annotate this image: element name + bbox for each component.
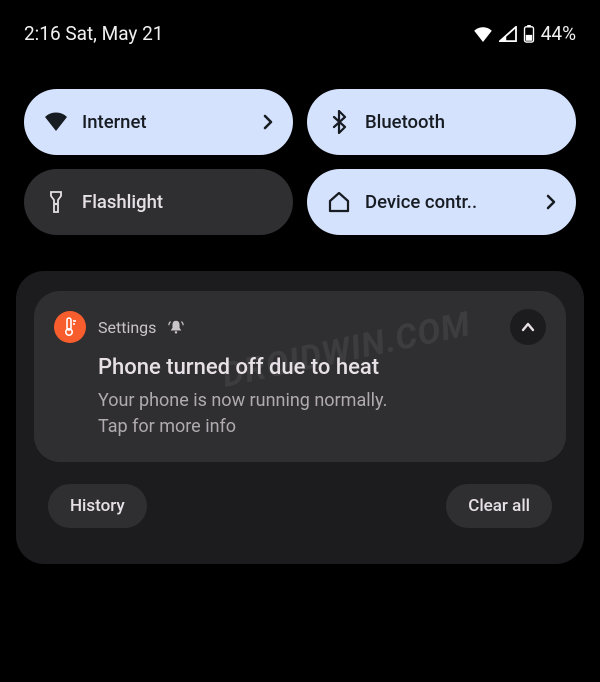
notification-card[interactable]: Settings Phone turned off due to heat Yo… [34, 291, 566, 462]
qs-label: Bluetooth [365, 111, 556, 133]
bell-ring-icon [168, 319, 184, 335]
thermometer-icon [54, 311, 86, 343]
qs-tile-flashlight[interactable]: Flashlight [24, 169, 293, 235]
status-bar: 2:16 Sat, May 21 44% [0, 0, 600, 61]
chevron-right-icon [546, 194, 556, 210]
notification-title: Phone turned off due to heat [98, 355, 546, 380]
home-icon [327, 190, 351, 214]
wifi-icon [473, 26, 493, 42]
collapse-button[interactable] [510, 309, 546, 345]
qs-tile-internet[interactable]: Internet [24, 89, 293, 155]
qs-tile-bluetooth[interactable]: Bluetooth [307, 89, 576, 155]
notification-app-name: Settings [98, 318, 156, 337]
notification-actions: History Clear all [34, 462, 566, 528]
notification-header: Settings [54, 309, 546, 345]
notification-panel: Settings Phone turned off due to heat Yo… [16, 271, 584, 564]
battery-icon [523, 25, 535, 43]
wifi-icon [44, 110, 68, 134]
status-right: 44% [473, 22, 576, 45]
notification-text-line2: Tap for more info [98, 414, 546, 440]
notification-body: Phone turned off due to heat Your phone … [54, 345, 546, 440]
chevron-right-icon [263, 114, 273, 130]
notification-text-line1: Your phone is now running normally. [98, 388, 546, 414]
bluetooth-icon [327, 110, 351, 134]
history-button[interactable]: History [48, 484, 147, 528]
qs-label: Flashlight [82, 191, 273, 213]
flashlight-icon [44, 190, 68, 214]
qs-tile-device-controls[interactable]: Device contr.. [307, 169, 576, 235]
battery-percent: 44% [541, 22, 576, 45]
clear-all-button[interactable]: Clear all [446, 484, 552, 528]
quick-settings-grid: Internet Bluetooth Flashlight Device con… [0, 61, 600, 235]
qs-label: Device contr.. [365, 191, 532, 213]
qs-label: Internet [82, 111, 249, 133]
status-time-date: 2:16 Sat, May 21 [24, 22, 163, 45]
chevron-up-icon [521, 322, 535, 332]
cellular-icon [499, 26, 517, 42]
